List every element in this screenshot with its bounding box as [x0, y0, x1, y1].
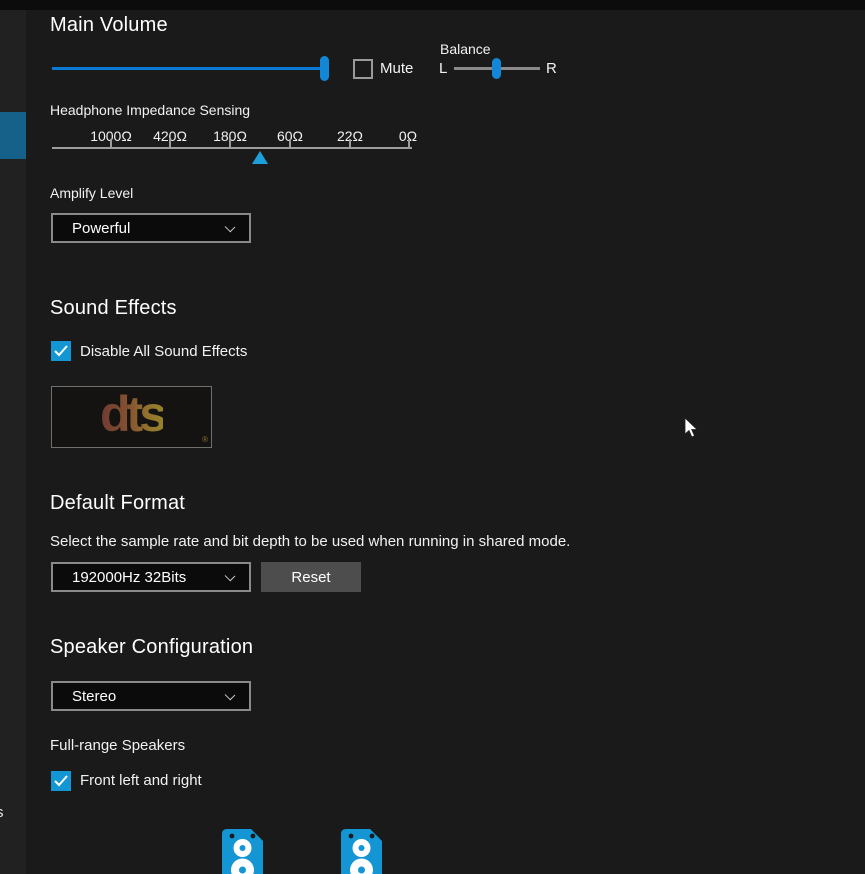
impedance-scale: 1000Ω 420Ω 180Ω 60Ω 22Ω 0Ω — [50, 128, 420, 168]
impedance-tick — [289, 139, 291, 147]
impedance-pointer-icon — [252, 151, 268, 164]
chevron-down-icon — [224, 221, 236, 233]
chevron-down-icon — [224, 689, 236, 701]
sidebar-rail: s — [0, 10, 26, 874]
volume-slider-handle[interactable] — [320, 56, 329, 81]
checkmark-icon — [54, 775, 68, 787]
chevron-down-icon — [224, 570, 236, 582]
impedance-tick — [349, 139, 351, 147]
mute-checkbox[interactable] — [353, 59, 373, 79]
speaker-right-icon[interactable] — [341, 829, 382, 874]
mouse-cursor-icon — [684, 417, 698, 438]
volume-slider-track[interactable] — [52, 67, 328, 70]
speaker-configuration-title: Speaker Configuration — [50, 636, 254, 658]
speaker-configuration-value: Stereo — [72, 687, 117, 705]
balance-slider-handle[interactable] — [492, 58, 501, 79]
speaker-left-icon[interactable] — [222, 829, 263, 874]
impedance-tick — [169, 139, 171, 147]
reset-button[interactable]: Reset — [261, 562, 361, 592]
dts-logo-text: dts — [100, 386, 167, 442]
sound-effects-title: Sound Effects — [50, 297, 177, 319]
dts-logo: dts ® — [51, 386, 212, 448]
impedance-tick — [408, 139, 410, 147]
default-format-title: Default Format — [50, 492, 186, 514]
impedance-label: Headphone Impedance Sensing — [50, 102, 251, 118]
mute-label: Mute — [380, 60, 414, 77]
default-format-dropdown[interactable]: 192000Hz 32Bits — [51, 562, 251, 592]
balance-left-label: L — [439, 60, 448, 77]
front-left-right-label: Front left and right — [80, 772, 202, 789]
amplify-level-dropdown[interactable]: Powerful — [51, 213, 251, 243]
disable-sound-effects-label: Disable All Sound Effects — [80, 343, 248, 360]
default-format-value: 192000Hz 32Bits — [72, 568, 187, 586]
full-range-speakers-label: Full-range Speakers — [50, 737, 186, 754]
sidebar-selected-indicator — [0, 112, 26, 159]
registered-mark-icon: ® — [202, 435, 208, 444]
checkmark-icon — [54, 345, 68, 357]
balance-label: Balance — [440, 41, 491, 57]
speaker-configuration-dropdown[interactable]: Stereo — [51, 681, 251, 711]
impedance-tick — [229, 139, 231, 147]
default-format-description: Select the sample rate and bit depth to … — [50, 533, 571, 550]
impedance-tick — [110, 139, 112, 147]
top-window-strip — [0, 0, 865, 10]
balance-right-label: R — [546, 60, 557, 77]
impedance-scale-line — [52, 147, 412, 149]
front-left-right-checkbox[interactable] — [51, 771, 71, 791]
sidebar-item-partial[interactable]: s — [0, 804, 4, 821]
amplify-level-value: Powerful — [72, 219, 131, 237]
amplify-level-label: Amplify Level — [50, 185, 134, 201]
disable-sound-effects-checkbox[interactable] — [51, 341, 71, 361]
main-volume-title: Main Volume — [50, 14, 168, 36]
audio-console-panel: s Main Volume Mute Balance L R Headphone… — [0, 0, 865, 874]
